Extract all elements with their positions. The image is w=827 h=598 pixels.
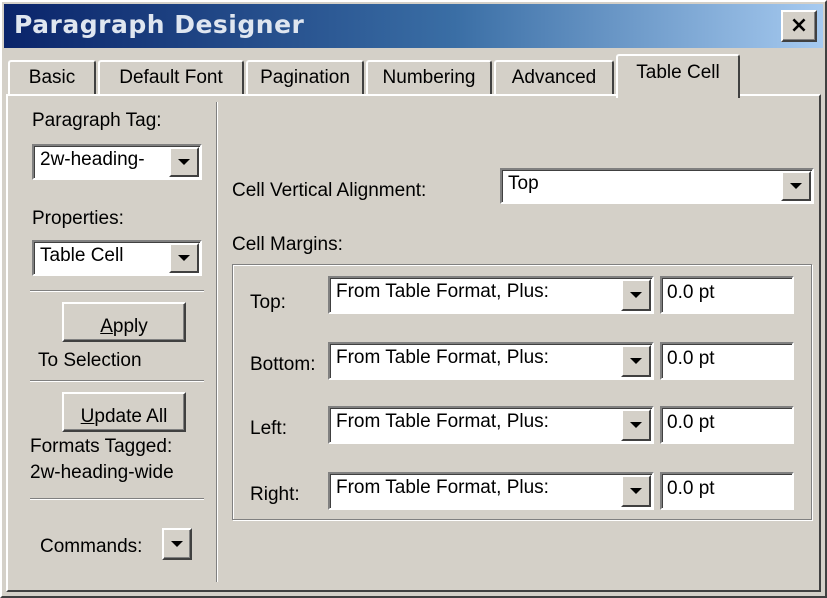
cell-vertical-alignment-value: Top: [508, 173, 539, 194]
margin-bottom-value: 0.0 pt: [667, 348, 715, 369]
margin-right-mode-value: From Table Format, Plus:: [336, 477, 549, 498]
chevron-down-icon: [178, 255, 190, 261]
margin-top-value: 0.0 pt: [667, 282, 715, 303]
close-button[interactable]: ×: [781, 10, 817, 42]
margin-right-input[interactable]: 0.0 pt: [660, 472, 794, 510]
chevron-down-icon: [630, 422, 642, 428]
tab-label: Advanced: [511, 67, 597, 88]
formats-tagged-value: 2w-heading-wide: [30, 462, 174, 483]
margin-bottom-input[interactable]: 0.0 pt: [660, 342, 794, 380]
margin-right-mode-combo[interactable]: From Table Format, Plus:: [328, 472, 654, 510]
margin-right-value: 0.0 pt: [667, 478, 715, 499]
separator: [30, 380, 204, 382]
chevron-down-icon: [630, 358, 642, 364]
tab-label: Table Cell: [636, 62, 720, 83]
tab-default-font[interactable]: Default Font: [98, 60, 244, 94]
paragraph-tag-combo[interactable]: 2w-heading-: [32, 144, 202, 180]
margin-top-mode-value: From Table Format, Plus:: [336, 281, 549, 302]
margin-left-input[interactable]: 0.0 pt: [660, 406, 794, 444]
tab-label: Default Font: [119, 67, 223, 88]
apply-caption: To Selection: [38, 350, 142, 371]
margin-right-label: Right:: [250, 484, 300, 505]
paragraph-tag-dropdown-button[interactable]: [169, 147, 199, 177]
margin-top-mode-combo[interactable]: From Table Format, Plus:: [328, 276, 654, 314]
margin-left-dropdown-button[interactable]: [621, 409, 651, 441]
commands-label: Commands:: [40, 536, 143, 557]
margin-right-dropdown-button[interactable]: [621, 475, 651, 507]
margin-top-dropdown-button[interactable]: [621, 279, 651, 311]
chevron-down-icon: [171, 541, 183, 547]
chevron-down-icon: [790, 183, 802, 189]
chevron-down-icon: [178, 159, 190, 165]
tab-label: Basic: [28, 67, 76, 88]
margin-bottom-label: Bottom:: [250, 354, 316, 375]
margin-top-input[interactable]: 0.0 pt: [660, 276, 794, 314]
separator: [30, 498, 204, 500]
paragraph-tag-value: 2w-heading-: [40, 149, 145, 170]
paragraph-designer-window: Paragraph Designer × Basic Default Font …: [0, 0, 827, 598]
margin-top-label: Top:: [250, 292, 286, 313]
tab-label: Pagination: [260, 67, 350, 88]
cell-vertical-alignment-combo[interactable]: Top: [500, 168, 814, 204]
properties-value: Table Cell: [40, 245, 124, 266]
cell-vertical-alignment-label: Cell Vertical Alignment:: [232, 180, 427, 201]
tab-numbering[interactable]: Numbering: [366, 60, 492, 94]
apply-button[interactable]: Apply: [62, 302, 186, 342]
cell-margins-label: Cell Margins:: [232, 234, 343, 255]
tab-label: Numbering: [382, 67, 476, 88]
window-title: Paragraph Designer: [14, 10, 305, 39]
tab-basic[interactable]: Basic: [8, 60, 96, 94]
chevron-down-icon: [630, 292, 642, 298]
paragraph-tag-label: Paragraph Tag:: [32, 110, 162, 131]
chevron-down-icon: [630, 488, 642, 494]
vertical-separator: [216, 102, 218, 582]
margin-bottom-dropdown-button[interactable]: [621, 345, 651, 377]
margin-left-label: Left:: [250, 418, 287, 439]
properties-dropdown-button[interactable]: [169, 243, 199, 273]
margin-left-value: 0.0 pt: [667, 412, 715, 433]
tab-advanced[interactable]: Advanced: [494, 60, 614, 94]
properties-combo[interactable]: Table Cell: [32, 240, 202, 276]
margin-bottom-mode-combo[interactable]: From Table Format, Plus:: [328, 342, 654, 380]
margin-bottom-mode-value: From Table Format, Plus:: [336, 347, 549, 368]
tab-table-cell[interactable]: Table Cell: [616, 54, 740, 98]
formats-tagged-label: Formats Tagged:: [30, 436, 173, 457]
margin-left-mode-value: From Table Format, Plus:: [336, 411, 549, 432]
title-bar[interactable]: Paragraph Designer ×: [4, 4, 823, 48]
commands-dropdown-button[interactable]: [162, 528, 192, 560]
tab-pagination[interactable]: Pagination: [246, 60, 364, 94]
update-all-button[interactable]: Update All: [62, 392, 186, 432]
tab-panel: Paragraph Tag: 2w-heading- Properties: T…: [6, 94, 821, 592]
margin-left-mode-combo[interactable]: From Table Format, Plus:: [328, 406, 654, 444]
separator: [30, 290, 204, 292]
cell-vertical-alignment-dropdown-button[interactable]: [781, 171, 811, 201]
properties-label: Properties:: [32, 208, 124, 229]
close-icon: ×: [789, 13, 809, 38]
